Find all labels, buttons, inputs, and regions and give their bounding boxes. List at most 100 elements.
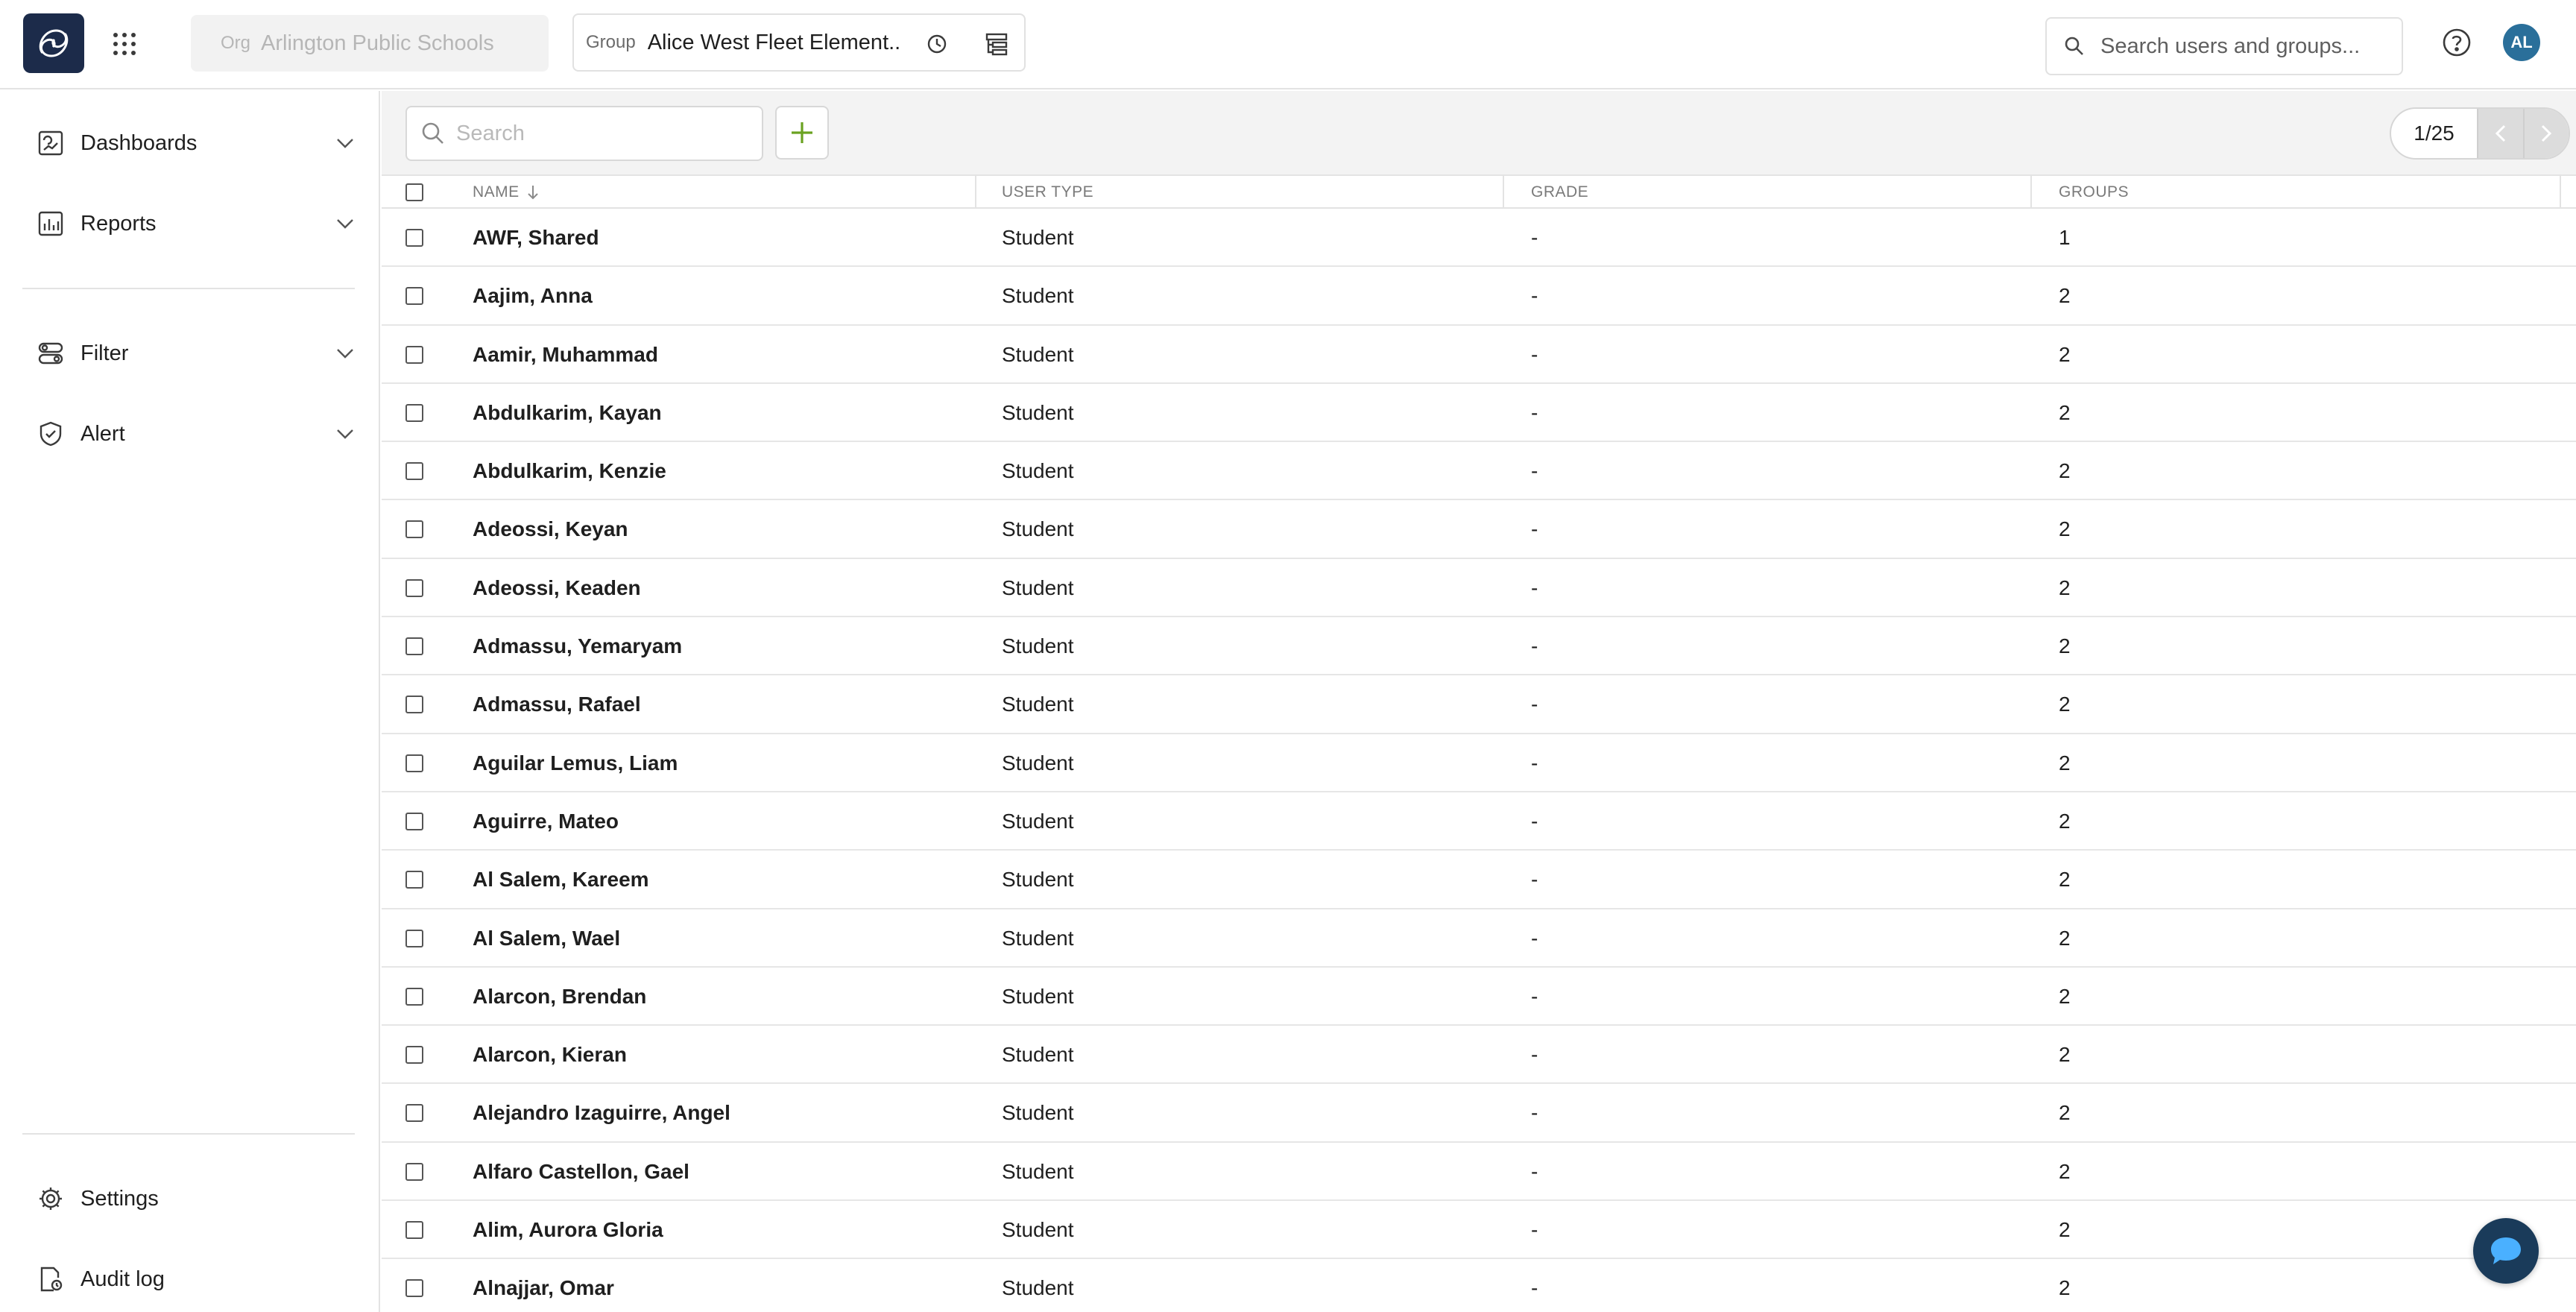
column-divider[interactable] xyxy=(2560,176,2561,209)
cell-name[interactable]: Aguirre, Mateo xyxy=(473,792,619,851)
cell-grade: - xyxy=(1531,984,1538,1008)
cell-groups: 2 xyxy=(2059,1043,2071,1067)
row-checkbox[interactable] xyxy=(405,812,423,830)
cell-name[interactable]: Aguilar Lemus, Liam xyxy=(473,734,678,792)
table-row[interactable]: Alnajjar, Omar Student - 2 xyxy=(382,1259,2576,1312)
table-row[interactable]: Aamir, Muhammad Student - 2 xyxy=(382,326,2576,384)
cell-name[interactable]: Aamir, Muhammad xyxy=(473,326,658,384)
table-row[interactable]: Aguilar Lemus, Liam Student - 2 xyxy=(382,734,2576,792)
table-row[interactable]: Alim, Aurora Gloria Student - 2 xyxy=(382,1201,2576,1260)
row-checkbox[interactable] xyxy=(405,287,423,306)
cell-name[interactable]: Alim, Aurora Gloria xyxy=(473,1201,663,1259)
row-checkbox[interactable] xyxy=(405,1221,423,1240)
history-clock-icon[interactable] xyxy=(923,30,951,58)
cell-name[interactable]: Admassu, Yemaryam xyxy=(473,617,682,675)
chevron-down-icon xyxy=(334,212,356,235)
table-row[interactable]: Adeossi, Keaden Student - 2 xyxy=(382,559,2576,618)
table-search[interactable] xyxy=(405,106,763,161)
cell-name[interactable]: Adeossi, Keaden xyxy=(473,559,641,617)
sidebar-item-dashboards[interactable]: Dashboards xyxy=(22,113,358,173)
table-row[interactable]: Alarcon, Brendan Student - 2 xyxy=(382,968,2576,1026)
cell-grade: - xyxy=(1531,517,1538,541)
cell-name[interactable]: Alnajjar, Omar xyxy=(473,1259,614,1312)
column-divider[interactable] xyxy=(2030,176,2032,209)
cell-name[interactable]: Abdulkarim, Kayan xyxy=(473,384,662,442)
cell-grade: - xyxy=(1531,342,1538,366)
sidebar-item-reports[interactable]: Reports xyxy=(22,194,358,253)
table-row[interactable]: Aguirre, Mateo Student - 2 xyxy=(382,792,2576,851)
table-row[interactable]: AWF, Shared Student - 1 xyxy=(382,209,2576,268)
global-search[interactable] xyxy=(2045,17,2403,75)
cell-name[interactable]: AWF, Shared xyxy=(473,209,599,267)
row-checkbox[interactable] xyxy=(405,345,423,364)
table-search-input[interactable] xyxy=(456,121,754,146)
table-row[interactable]: Admassu, Yemaryam Student - 2 xyxy=(382,617,2576,676)
row-checkbox[interactable] xyxy=(405,462,423,481)
column-header-groups[interactable]: GROUPS xyxy=(2059,176,2129,209)
row-checkbox[interactable] xyxy=(405,871,423,889)
cell-name[interactable]: Alarcon, Kieran xyxy=(473,1026,627,1084)
apps-grid-icon[interactable] xyxy=(109,28,140,60)
cell-name[interactable]: Alarcon, Brendan xyxy=(473,968,646,1026)
table-row[interactable]: Al Salem, Kareem Student - 2 xyxy=(382,851,2576,909)
table-row[interactable]: Alfaro Castellon, Gael Student - 2 xyxy=(382,1143,2576,1202)
column-header-name[interactable]: NAME xyxy=(473,176,540,209)
table-row[interactable]: Alejandro Izaguirre, Angel Student - 2 xyxy=(382,1084,2576,1143)
column-header-user-type[interactable]: USER TYPE xyxy=(1002,176,1093,209)
sidebar-item-alert[interactable]: Alert xyxy=(22,404,358,464)
row-checkbox[interactable] xyxy=(405,637,423,656)
cell-name[interactable]: Aajim, Anna xyxy=(473,267,593,325)
cell-name[interactable]: Alfaro Castellon, Gael xyxy=(473,1143,689,1201)
row-checkbox[interactable] xyxy=(405,520,423,539)
row-checkbox[interactable] xyxy=(405,1046,423,1065)
add-user-button[interactable] xyxy=(775,106,829,160)
table-row[interactable]: Alarcon, Kieran Student - 2 xyxy=(382,1026,2576,1085)
help-icon[interactable] xyxy=(2441,27,2472,58)
cell-name[interactable]: Adeossi, Keyan xyxy=(473,500,628,558)
select-all-checkbox[interactable] xyxy=(405,183,423,201)
row-checkbox[interactable] xyxy=(405,403,423,422)
row-checkbox[interactable] xyxy=(405,1279,423,1298)
table-row[interactable]: Adeossi, Keyan Student - 2 xyxy=(382,500,2576,559)
reports-icon xyxy=(36,209,66,239)
sidebar-item-label: Filter xyxy=(80,341,129,365)
global-search-input[interactable] xyxy=(2100,34,2384,59)
cell-groups: 2 xyxy=(2059,1159,2071,1183)
app-logo[interactable] xyxy=(23,13,84,73)
row-checkbox[interactable] xyxy=(405,754,423,772)
column-header-grade[interactable]: GRADE xyxy=(1531,176,1588,209)
prev-page-button[interactable] xyxy=(2477,109,2523,158)
row-checkbox[interactable] xyxy=(405,929,423,947)
column-divider[interactable] xyxy=(1503,176,1504,209)
table-body: AWF, Shared Student - 1 Aajim, Anna Student - 2… xyxy=(382,209,2576,1312)
cell-name[interactable]: Al Salem, Wael xyxy=(473,909,620,968)
sidebar-item-settings[interactable]: Settings xyxy=(22,1169,358,1229)
group-tree-icon[interactable] xyxy=(982,30,1011,58)
table-row[interactable]: Abdulkarim, Kenzie Student - 2 xyxy=(382,442,2576,501)
cell-name[interactable]: Admassu, Rafael xyxy=(473,675,641,734)
next-page-button[interactable] xyxy=(2522,109,2569,158)
sidebar-item-filter[interactable]: Filter xyxy=(22,324,358,383)
row-checkbox[interactable] xyxy=(405,696,423,714)
column-header-label: GRADE xyxy=(1531,183,1589,201)
row-checkbox[interactable] xyxy=(405,987,423,1006)
table-row[interactable]: Aajim, Anna Student - 2 xyxy=(382,267,2576,326)
cell-name[interactable]: Alejandro Izaguirre, Angel xyxy=(473,1084,730,1142)
table-row[interactable]: Abdulkarim, Kayan Student - 2 xyxy=(382,384,2576,443)
row-checkbox[interactable] xyxy=(405,1104,423,1123)
row-checkbox[interactable] xyxy=(405,578,423,597)
chat-support-button[interactable] xyxy=(2473,1218,2539,1284)
group-selector[interactable]: Group Alice West Fleet Element... xyxy=(572,13,1026,72)
column-divider[interactable] xyxy=(975,176,976,209)
cell-name[interactable]: Al Salem, Kareem xyxy=(473,851,649,909)
sidebar-divider xyxy=(22,288,355,289)
row-checkbox[interactable] xyxy=(405,1162,423,1181)
column-header-label: GROUPS xyxy=(2059,183,2130,201)
table-row[interactable]: Admassu, Rafael Student - 2 xyxy=(382,675,2576,734)
sidebar-item-audit-log[interactable]: Audit log xyxy=(22,1249,358,1309)
row-checkbox[interactable] xyxy=(405,229,423,247)
user-avatar[interactable]: AL xyxy=(2503,24,2540,61)
table-row[interactable]: Al Salem, Wael Student - 2 xyxy=(382,909,2576,968)
cell-name[interactable]: Abdulkarim, Kenzie xyxy=(473,442,666,500)
org-selector[interactable]: Org Arlington Public Schools xyxy=(191,15,549,72)
